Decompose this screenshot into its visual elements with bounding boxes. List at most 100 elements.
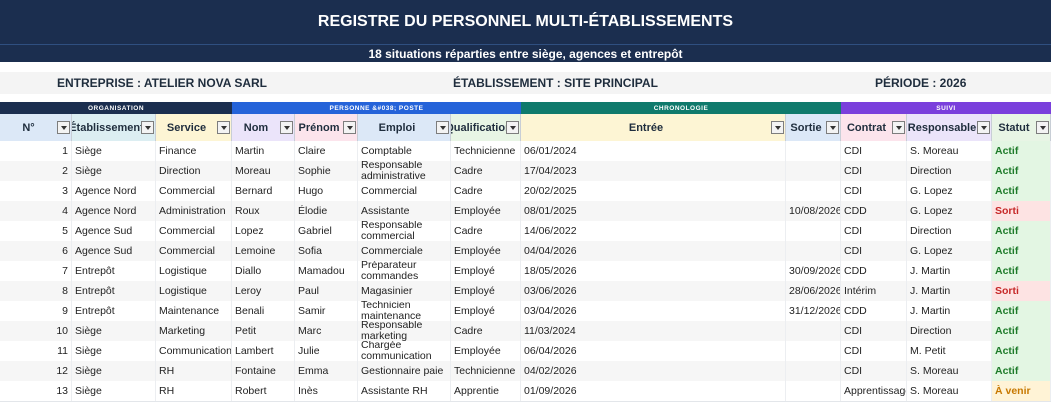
cell-qualification[interactable]: Employée xyxy=(451,341,521,361)
filter-dropdown-icon[interactable] xyxy=(141,121,154,134)
cell-prenom[interactable]: Inès xyxy=(295,381,358,401)
cell-num[interactable]: 2 xyxy=(0,161,72,181)
cell-qualification[interactable]: Cadre xyxy=(451,181,521,201)
cell-prenom[interactable]: Samir xyxy=(295,301,358,321)
cell-emploi[interactable]: Responsable marketing xyxy=(358,321,451,341)
cell-num[interactable]: 4 xyxy=(0,201,72,221)
cell-statut[interactable]: Sorti xyxy=(992,201,1051,221)
cell-qualification[interactable]: Employé xyxy=(451,281,521,301)
cell-statut[interactable]: Sorti xyxy=(992,281,1051,301)
cell-prenom[interactable]: Mamadou xyxy=(295,261,358,281)
column-header-statut[interactable]: Statut xyxy=(992,114,1051,141)
cell-num[interactable]: 12 xyxy=(0,361,72,381)
cell-nom[interactable]: Roux xyxy=(232,201,295,221)
cell-prenom[interactable]: Sophie xyxy=(295,161,358,181)
cell-contrat[interactable]: CDI xyxy=(841,361,907,381)
cell-entree[interactable]: 17/04/2023 xyxy=(521,161,786,181)
cell-num[interactable]: 9 xyxy=(0,301,72,321)
table-row[interactable]: 7 Entrepôt Logistique Diallo Mamadou Préparat… xyxy=(0,261,1051,282)
table-row[interactable]: 1 Siège Finance Martin Claire Comptable Techni… xyxy=(0,141,1051,162)
cell-qualification[interactable]: Apprentie xyxy=(451,381,521,401)
cell-contrat[interactable]: CDD xyxy=(841,261,907,281)
table-row[interactable]: 12 Siège RH Fontaine Emma Gestionnaire paie Te… xyxy=(0,361,1051,382)
cell-statut[interactable]: Actif xyxy=(992,341,1051,361)
cell-num[interactable]: 1 xyxy=(0,141,72,161)
cell-statut[interactable]: Actif xyxy=(992,361,1051,381)
cell-service[interactable]: Maintenance xyxy=(156,301,232,321)
cell-entree[interactable]: 03/06/2026 xyxy=(521,281,786,301)
cell-service[interactable]: Administration xyxy=(156,201,232,221)
table-row[interactable]: 13 Siège RH Robert Inès Assistante RH Apprenti… xyxy=(0,381,1051,402)
cell-statut[interactable]: Actif xyxy=(992,181,1051,201)
cell-sortie[interactable]: 28/06/2026 xyxy=(786,281,841,301)
cell-num[interactable]: 7 xyxy=(0,261,72,281)
filter-dropdown-icon[interactable] xyxy=(977,121,990,134)
cell-qualification[interactable]: Employé xyxy=(451,261,521,281)
cell-contrat[interactable]: CDI xyxy=(841,241,907,261)
cell-contrat[interactable]: CDI xyxy=(841,321,907,341)
column-header-num[interactable]: N° xyxy=(0,114,72,141)
column-header-service[interactable]: Service xyxy=(156,114,232,141)
cell-prenom[interactable]: Claire xyxy=(295,141,358,161)
cell-emploi[interactable]: Assistante xyxy=(358,201,451,221)
cell-qualification[interactable]: Employée xyxy=(451,241,521,261)
table-row[interactable]: 9 Entrepôt Maintenance Benali Samir Technicie… xyxy=(0,301,1051,322)
cell-qualification[interactable]: Cadre xyxy=(451,321,521,341)
filter-dropdown-icon[interactable] xyxy=(892,121,905,134)
cell-sortie[interactable] xyxy=(786,341,841,361)
cell-statut[interactable]: Actif xyxy=(992,301,1051,321)
table-row[interactable]: 6 Agence Sud Commercial Lemoine Sofia Commerc… xyxy=(0,241,1051,262)
cell-prenom[interactable]: Julie xyxy=(295,341,358,361)
table-row[interactable]: 8 Entrepôt Logistique Leroy Paul Magasinier Em… xyxy=(0,281,1051,302)
cell-etablissement[interactable]: Entrepôt xyxy=(72,281,156,301)
cell-service[interactable]: RH xyxy=(156,361,232,381)
cell-num[interactable]: 6 xyxy=(0,241,72,261)
cell-contrat[interactable]: CDI xyxy=(841,181,907,201)
cell-entree[interactable]: 04/02/2026 xyxy=(521,361,786,381)
cell-nom[interactable]: Moreau xyxy=(232,161,295,181)
cell-etablissement[interactable]: Siège xyxy=(72,381,156,401)
table-row[interactable]: 5 Agence Sud Commercial Lopez Gabriel Respons… xyxy=(0,221,1051,242)
cell-etablissement[interactable]: Siège xyxy=(72,341,156,361)
cell-entree[interactable]: 11/03/2024 xyxy=(521,321,786,341)
filter-dropdown-icon[interactable] xyxy=(1036,121,1049,134)
cell-num[interactable]: 11 xyxy=(0,341,72,361)
cell-responsable[interactable]: J. Martin xyxy=(907,261,992,281)
cell-responsable[interactable]: Direction xyxy=(907,221,992,241)
cell-responsable[interactable]: G. Lopez xyxy=(907,241,992,261)
cell-responsable[interactable]: J. Martin xyxy=(907,301,992,321)
cell-etablissement[interactable]: Agence Sud xyxy=(72,241,156,261)
cell-prenom[interactable]: Gabriel xyxy=(295,221,358,241)
cell-nom[interactable]: Fontaine xyxy=(232,361,295,381)
filter-dropdown-icon[interactable] xyxy=(343,121,356,134)
cell-service[interactable]: Marketing xyxy=(156,321,232,341)
cell-contrat[interactable]: Intérim xyxy=(841,281,907,301)
cell-num[interactable]: 10 xyxy=(0,321,72,341)
cell-responsable[interactable]: M. Petit xyxy=(907,341,992,361)
filter-dropdown-icon[interactable] xyxy=(771,121,784,134)
table-row[interactable]: 2 Siège Direction Moreau Sophie Responsable a… xyxy=(0,161,1051,182)
cell-num[interactable]: 5 xyxy=(0,221,72,241)
filter-dropdown-icon[interactable] xyxy=(506,121,519,134)
cell-prenom[interactable]: Marc xyxy=(295,321,358,341)
cell-service[interactable]: Direction xyxy=(156,161,232,181)
filter-dropdown-icon[interactable] xyxy=(280,121,293,134)
column-header-etablissement[interactable]: Établissement xyxy=(72,114,156,141)
cell-prenom[interactable]: Élodie xyxy=(295,201,358,221)
cell-entree[interactable]: 20/02/2025 xyxy=(521,181,786,201)
cell-emploi[interactable]: Commercial xyxy=(358,181,451,201)
cell-statut[interactable]: À venir xyxy=(992,381,1051,401)
cell-num[interactable]: 13 xyxy=(0,381,72,401)
cell-entree[interactable]: 03/04/2026 xyxy=(521,301,786,321)
cell-statut[interactable]: Actif xyxy=(992,261,1051,281)
cell-responsable[interactable]: S. Moreau xyxy=(907,381,992,401)
cell-responsable[interactable]: Direction xyxy=(907,161,992,181)
cell-etablissement[interactable]: Agence Nord xyxy=(72,201,156,221)
cell-sortie[interactable] xyxy=(786,321,841,341)
table-row[interactable]: 4 Agence Nord Administration Roux Élodie Assi… xyxy=(0,201,1051,222)
cell-prenom[interactable]: Emma xyxy=(295,361,358,381)
cell-statut[interactable]: Actif xyxy=(992,141,1051,161)
cell-contrat[interactable]: CDD xyxy=(841,201,907,221)
table-row[interactable]: 3 Agence Nord Commercial Bernard Hugo Commerc… xyxy=(0,181,1051,202)
cell-nom[interactable]: Robert xyxy=(232,381,295,401)
